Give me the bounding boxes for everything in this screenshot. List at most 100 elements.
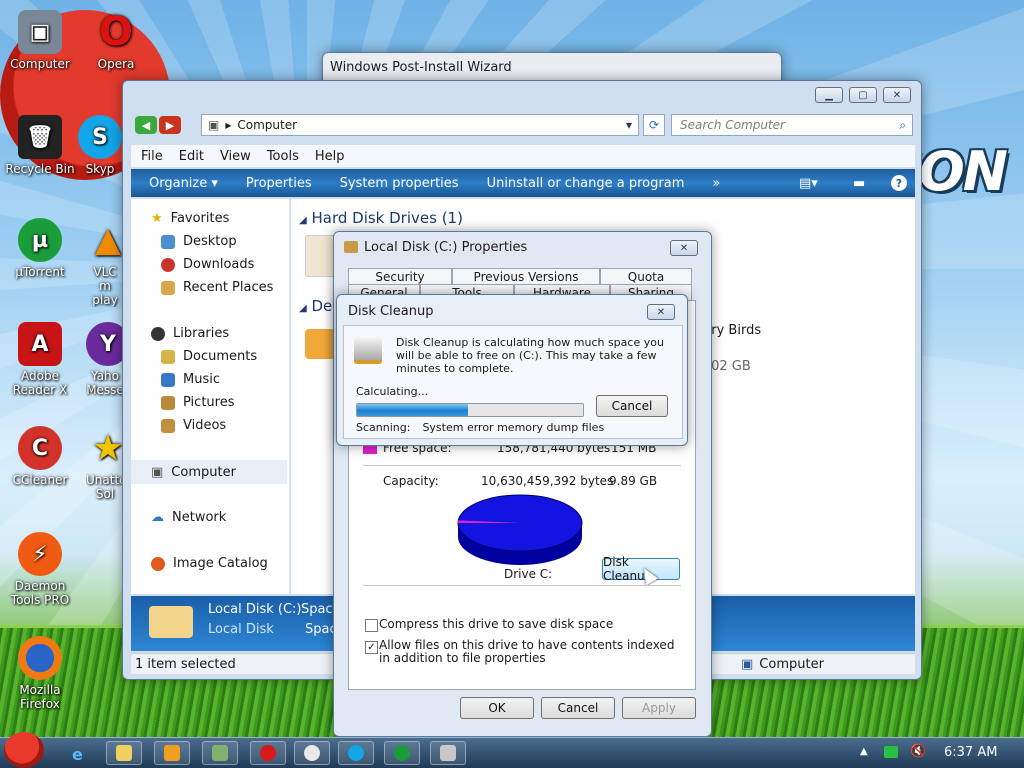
device-size: .02 GB	[707, 359, 751, 374]
disk-cleanup-dialog[interactable]: Disk Cleanup ✕ Disk Cleanup is calculati…	[336, 294, 688, 446]
nav-videos[interactable]: Videos	[161, 418, 226, 433]
taskbar-disk-cleanup[interactable]	[430, 741, 466, 765]
address-bar[interactable]: ▣ ▸ Computer ▾	[201, 114, 639, 136]
videos-icon	[161, 418, 175, 433]
back-button[interactable]: ◀	[135, 116, 157, 134]
wizard-title: Windows Post-Install Wizard	[330, 60, 512, 75]
nav-pictures[interactable]: Pictures	[161, 395, 234, 410]
taskbar-skype[interactable]	[338, 741, 374, 765]
compress-checkbox[interactable]	[365, 619, 378, 632]
close-button[interactable]: ✕	[647, 304, 675, 320]
menu-help[interactable]: Help	[315, 149, 345, 164]
internet-explorer-icon[interactable]: e	[72, 745, 83, 764]
uninstall-button[interactable]: Uninstall or change a program	[487, 176, 685, 191]
volume-muted-icon[interactable]: 🔇	[910, 744, 926, 759]
ok-button[interactable]: OK	[460, 697, 534, 719]
properties-title: Local Disk (C:) Properties	[364, 240, 528, 255]
disk-cleanup-icon	[354, 338, 382, 364]
index-checkbox[interactable]: ✓	[365, 641, 378, 654]
desktop-icon-yahoo-messenger[interactable]: Y Yaho Messe	[86, 322, 124, 397]
breadcrumb: Computer	[237, 118, 298, 132]
skype-icon	[348, 745, 364, 761]
refresh-button[interactable]: ⟳	[643, 114, 665, 136]
organize-button[interactable]: Organize ▾	[149, 176, 218, 191]
command-bar: Organize ▾ Properties System properties …	[131, 169, 915, 197]
cancel-button[interactable]: Cancel	[541, 697, 615, 719]
nav-image-catalog[interactable]: Image Catalog	[151, 556, 268, 571]
desktop-icon-recycle-bin[interactable]: 🗑 Recycle Bin	[0, 115, 80, 176]
taskbar-messenger[interactable]	[294, 741, 330, 765]
disk-cleanup-icon	[440, 745, 456, 761]
nav-music[interactable]: Music	[161, 372, 220, 387]
menu-tools[interactable]: Tools	[267, 149, 299, 164]
nav-desktop[interactable]: Desktop	[161, 234, 237, 249]
desktop-icon-computer[interactable]: ▣ Computer	[0, 10, 80, 71]
properties-button[interactable]: Properties	[246, 176, 312, 191]
vlc-icon: ▲	[94, 220, 122, 260]
star-icon: ★	[91, 427, 124, 469]
desktop-icon-utorrent[interactable]: µ µTorrent	[0, 218, 80, 279]
desktop-icon-firefox[interactable]: Mozilla Firefox	[0, 636, 80, 711]
search-input[interactable]: Search Computer ⌕	[671, 114, 913, 136]
nav-downloads[interactable]: Downloads	[161, 257, 254, 272]
nav-documents[interactable]: Documents	[161, 349, 257, 364]
scanning-item: System error memory dump files	[422, 421, 605, 434]
desktop-icon-opera[interactable]: O Opera	[76, 9, 156, 71]
chevron-down-icon[interactable]: ▾	[626, 118, 632, 132]
nav-recent-places[interactable]: Recent Places	[161, 280, 273, 295]
desktop-icon-ccleaner[interactable]: C CCleaner	[0, 426, 80, 487]
maximize-button[interactable]: ▢	[849, 87, 877, 103]
details-name: Local Disk (C:)	[208, 602, 302, 617]
tab-quota[interactable]: Quota	[600, 268, 692, 284]
tab-previous-versions[interactable]: Previous Versions	[452, 268, 600, 284]
collapse-icon: ◢	[299, 303, 307, 314]
desktop-icon-adobe-reader[interactable]: A Adobe Reader X	[0, 322, 80, 397]
desktop-icon-vlc[interactable]: ▲ VLC m play	[86, 218, 124, 307]
desktop-icon-skype[interactable]: S Skyp	[76, 115, 124, 176]
capacity-bytes: 10,630,459,392 bytes	[481, 474, 614, 488]
tray-up-arrow-icon[interactable]: ▲	[860, 746, 868, 757]
cleanup-cancel-button[interactable]: Cancel	[596, 395, 668, 417]
section-header-hdd[interactable]: ◢ Hard Disk Drives (1)	[299, 209, 463, 227]
nav-libraries[interactable]: Libraries	[151, 326, 229, 341]
preview-pane-icon[interactable]: ▬	[853, 176, 865, 191]
divider	[363, 465, 681, 466]
view-options-icon[interactable]: ▤▾	[799, 176, 818, 191]
nav-network[interactable]: ☁ Network	[151, 510, 226, 525]
close-button[interactable]: ✕	[670, 240, 698, 256]
taskbar-wizard[interactable]	[202, 741, 238, 765]
opera-icon	[260, 745, 276, 761]
network-tray-icon[interactable]	[884, 746, 898, 758]
device-icon	[305, 329, 335, 359]
breadcrumb-chevron-icon: ▸	[225, 118, 232, 132]
more-commands-button[interactable]: »	[712, 176, 720, 191]
music-icon	[161, 372, 175, 387]
nav-favorites[interactable]: ★ Favorites	[151, 211, 229, 226]
cleanup-title: Disk Cleanup	[348, 304, 434, 319]
desktop-icon-daemon-tools[interactable]: ⚡ Daemon Tools PRO	[0, 532, 80, 607]
search-icon[interactable]: ⌕	[899, 118, 906, 133]
menu-file[interactable]: File	[141, 149, 163, 164]
help-icon[interactable]: ?	[891, 175, 907, 191]
taskbar-media-player[interactable]	[154, 741, 190, 765]
yahoo-messenger-icon: Y	[86, 322, 124, 366]
start-button[interactable]	[4, 732, 44, 768]
taskbar-explorer[interactable]	[106, 741, 142, 765]
close-button[interactable]: ✕	[883, 87, 911, 103]
minimize-button[interactable]: ▁	[815, 87, 843, 103]
chat-icon	[304, 745, 320, 761]
taskbar-opera[interactable]	[250, 741, 286, 765]
apply-button[interactable]: Apply	[622, 697, 696, 719]
capacity-size: 9.89 GB	[609, 474, 658, 488]
system-properties-button[interactable]: System properties	[340, 176, 459, 191]
taskbar-utorrent[interactable]	[384, 741, 420, 765]
desktop-icon-unattended[interactable]: ★ Unatte Sol	[86, 426, 124, 502]
menu-edit[interactable]: Edit	[179, 149, 204, 164]
forward-button[interactable]: ▶	[159, 116, 181, 134]
scanning-label: Scanning:	[356, 421, 411, 434]
recent-places-icon	[161, 280, 175, 295]
tab-security[interactable]: Security	[348, 268, 452, 284]
menu-view[interactable]: View	[220, 149, 251, 164]
nav-computer[interactable]: ▣ Computer	[131, 460, 287, 484]
clock[interactable]: 6:37 AM	[944, 745, 997, 760]
